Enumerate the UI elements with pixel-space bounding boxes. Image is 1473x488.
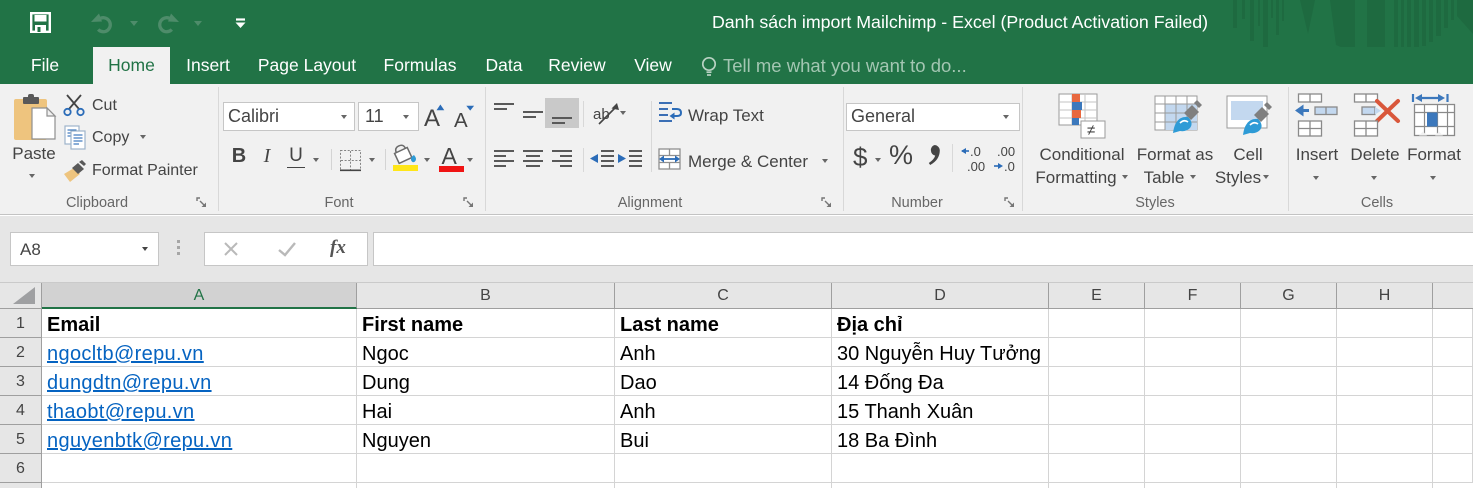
- svg-text:.0: .0: [1004, 159, 1015, 174]
- svg-text:A: A: [454, 109, 468, 129]
- svg-text:.00: .00: [997, 144, 1015, 159]
- svg-text:A: A: [442, 143, 458, 169]
- svg-text:.0: .0: [970, 144, 981, 159]
- svg-text:ab: ab: [593, 106, 610, 123]
- svg-text:≠: ≠: [1087, 122, 1095, 139]
- svg-text:.00: .00: [967, 159, 985, 174]
